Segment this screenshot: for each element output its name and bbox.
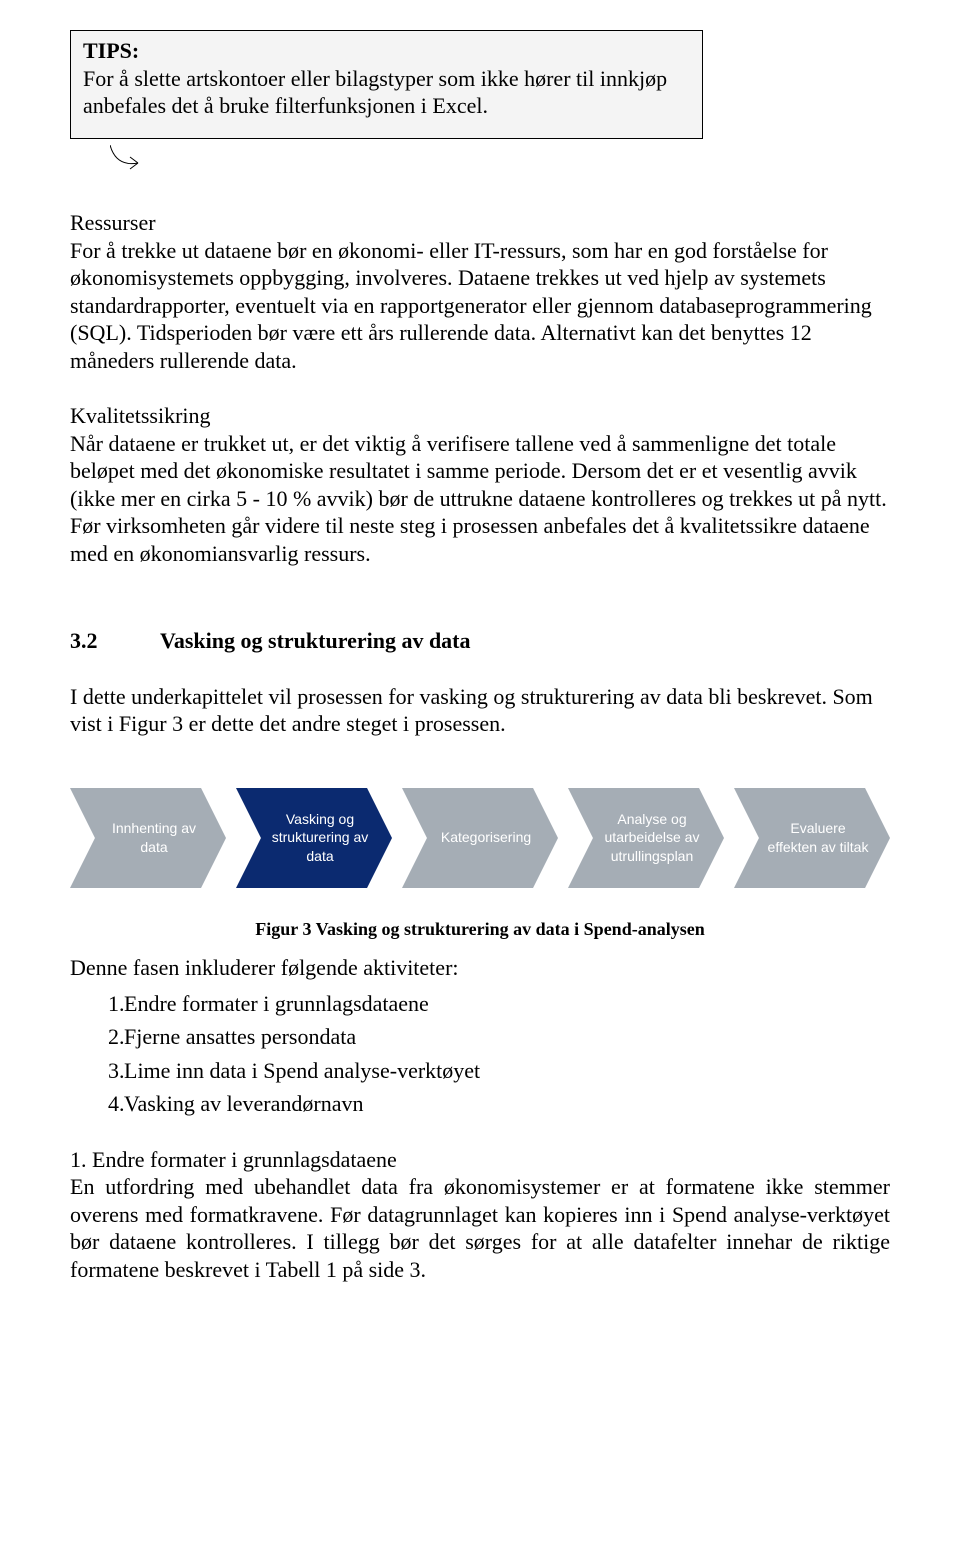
activities-list: Endre formater i grunnlagsdataene Fjerne… xyxy=(70,990,890,1118)
chevron-label: Innhenting av data xyxy=(70,819,226,855)
resources-paragraph: Ressurser For å trekke ut dataene bør en… xyxy=(70,209,890,374)
chevron-label: Vasking og strukturering av data xyxy=(236,810,392,865)
chevron-label: Kategorisering xyxy=(411,828,549,846)
list-item: Vasking av leverandørnavn xyxy=(130,1090,890,1118)
process-chevron-row: Innhenting av data Vasking og strukturer… xyxy=(70,788,890,888)
list-item: Lime inn data i Spend analyse-verktøyet xyxy=(130,1057,890,1085)
chevron-label: Analyse og utarbeidelse av utrullingspla… xyxy=(568,810,724,865)
chevron-step-3: Kategorisering xyxy=(402,788,558,888)
chevron-step-1: Innhenting av data xyxy=(70,788,226,888)
callout-tail-icon xyxy=(110,145,890,182)
subsection-1: 1. Endre formater i grunnlagsdataene En … xyxy=(70,1146,890,1284)
chevron-step-5: Evaluere effekten av tiltak xyxy=(734,788,890,888)
tips-body: For å slette artskontoer eller bilagstyp… xyxy=(83,66,667,119)
subsection-1-title: 1. Endre formater i grunnlagsdataene xyxy=(70,1147,397,1172)
subsection-1-body: En utfordring med ubehandlet data fra øk… xyxy=(70,1174,890,1282)
chevron-label: Evaluere effekten av tiltak xyxy=(734,819,890,855)
list-item: Fjerne ansattes persondata xyxy=(130,1023,890,1051)
qa-body: Når dataene er trukket ut, er det viktig… xyxy=(70,431,887,566)
resources-title: Ressurser xyxy=(70,210,156,235)
list-item: Endre formater i grunnlagsdataene xyxy=(130,990,890,1018)
section-intro: I dette underkapittelet vil prosessen fo… xyxy=(70,683,890,738)
activities-lead: Denne fasen inkluderer følgende aktivite… xyxy=(70,954,890,982)
chevron-step-4: Analyse og utarbeidelse av utrullingspla… xyxy=(568,788,724,888)
figure-caption: Figur 3 Vasking og strukturering av data… xyxy=(70,918,890,941)
document-page: TIPS: For å slette artskontoer eller bil… xyxy=(0,0,960,1554)
section-number: 3.2 xyxy=(70,627,160,655)
qa-title: Kvalitetssikring xyxy=(70,403,211,428)
section-title: Vasking og strukturering av data xyxy=(160,628,471,653)
qa-paragraph: Kvalitetssikring Når dataene er trukket … xyxy=(70,402,890,567)
resources-body: For å trekke ut dataene bør en økonomi- … xyxy=(70,238,872,373)
section-heading: 3.2Vasking og strukturering av data xyxy=(70,627,890,655)
tips-title: TIPS: xyxy=(83,38,139,63)
tips-callout-box: TIPS: For å slette artskontoer eller bil… xyxy=(70,30,703,139)
chevron-step-2: Vasking og strukturering av data xyxy=(236,788,392,888)
